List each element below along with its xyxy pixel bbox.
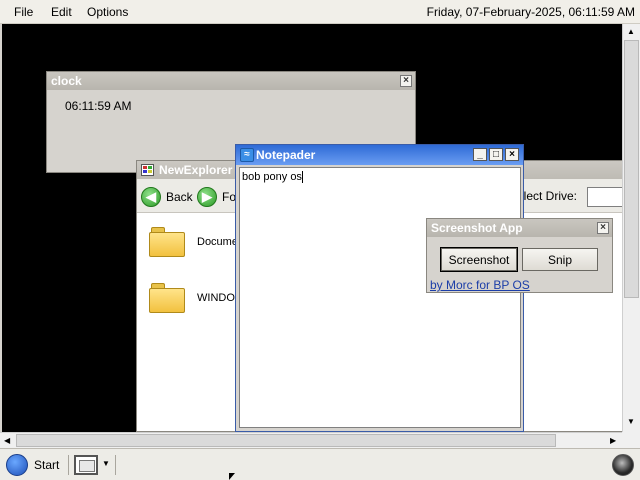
window-switcher-icon[interactable]	[74, 455, 98, 475]
text-caret	[301, 171, 303, 184]
back-button[interactable]: ◀ Back	[141, 186, 193, 208]
clock-time: 06:11:59 AM	[65, 99, 132, 113]
scroll-up-icon[interactable]: ▲	[627, 27, 635, 36]
close-icon[interactable]: ×	[505, 148, 519, 161]
credit-link[interactable]: by Morc for BP OS	[430, 278, 530, 292]
select-drive-label: elect Drive:	[517, 189, 578, 203]
forward-button[interactable]: ▶ Fo	[197, 186, 236, 208]
taskbar-separator	[115, 455, 116, 475]
snip-button[interactable]: Snip	[522, 248, 598, 271]
screenshot-title: Screenshot App	[431, 221, 523, 235]
forward-label: Fo	[222, 190, 237, 204]
clock-titlebar[interactable]: clock ×	[47, 72, 415, 90]
mouse-cursor-icon	[229, 473, 235, 480]
start-label: Start	[34, 458, 60, 472]
close-icon[interactable]: ×	[400, 75, 412, 87]
folder-item[interactable]: Docume	[149, 227, 238, 257]
horizontal-scrollbar[interactable]: ◀ ▶	[0, 432, 622, 448]
folder-item[interactable]: WINDO	[149, 283, 235, 313]
explorer-app-icon	[141, 164, 154, 176]
folder-label: WINDO	[197, 292, 235, 304]
screenshot-titlebar[interactable]: Screenshot App ×	[427, 219, 612, 237]
menubar-datetime: Friday, 07-February-2025, 06:11:59 AM	[426, 5, 635, 19]
chevron-down-icon[interactable]: ▼	[102, 459, 110, 468]
arrow-left-icon: ◀	[141, 187, 161, 207]
start-button[interactable]: Start	[6, 453, 59, 477]
notepad-text-area[interactable]: bob pony os	[239, 167, 521, 428]
vertical-scrollbar[interactable]: ▲ ▼	[622, 24, 640, 432]
maximize-icon[interactable]: □	[489, 148, 503, 161]
notepad-content: bob pony os	[242, 171, 302, 183]
explorer-title: NewExplorer	[159, 163, 233, 177]
tray-icon[interactable]	[612, 454, 634, 476]
notepad-titlebar[interactable]: ≈ Notepader _ □ ×	[236, 145, 523, 165]
scroll-corner	[622, 432, 640, 448]
scroll-left-icon[interactable]: ◀	[4, 436, 10, 445]
arrow-right-icon: ▶	[197, 187, 217, 207]
menu-options[interactable]: Options	[87, 5, 128, 19]
notepad-title: Notepader	[256, 148, 316, 162]
menu-file[interactable]: File	[14, 5, 33, 19]
vertical-scroll-thumb[interactable]	[624, 40, 639, 298]
folder-icon	[149, 283, 185, 313]
minimize-icon[interactable]: _	[473, 148, 487, 161]
notepad-app-icon: ≈	[240, 148, 254, 162]
clock-title: clock	[51, 74, 82, 88]
close-icon[interactable]: ×	[597, 222, 609, 234]
folder-icon	[149, 227, 185, 257]
horizontal-scroll-thumb[interactable]	[16, 434, 556, 447]
scroll-down-icon[interactable]: ▼	[627, 417, 635, 426]
screenshot-button[interactable]: Screenshot	[440, 247, 518, 272]
start-icon	[6, 454, 28, 476]
screenshot-app-window: Screenshot App × Screenshot Snip by Morc…	[426, 218, 613, 293]
menu-bar: File Edit Options Friday, 07-February-20…	[0, 0, 640, 24]
taskbar-separator	[68, 455, 69, 475]
folder-label: Docume	[197, 236, 238, 248]
scroll-right-icon[interactable]: ▶	[610, 436, 616, 445]
back-label: Back	[166, 190, 193, 204]
taskbar: Start ▼	[0, 448, 640, 480]
menu-edit[interactable]: Edit	[51, 5, 72, 19]
